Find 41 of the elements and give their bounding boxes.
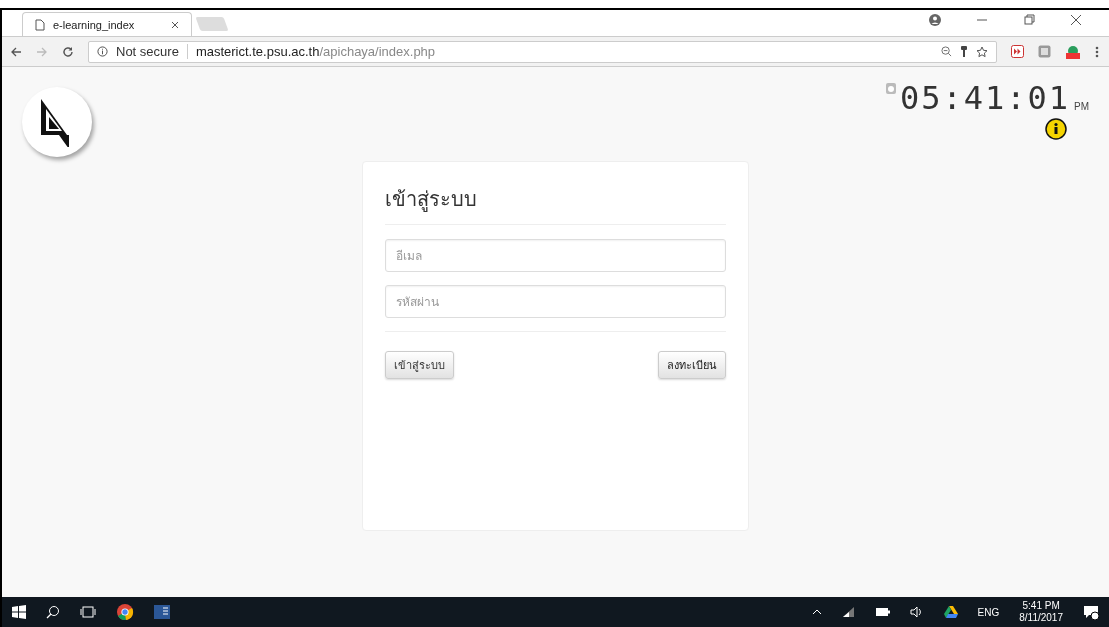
search-icon[interactable] [46,605,60,619]
browser-tab[interactable]: e-learning_index [22,12,192,36]
language-indicator[interactable]: ENG [977,606,1000,618]
close-icon[interactable] [171,20,179,29]
star-icon[interactable] [976,45,988,58]
url-text: masterict.te.psu.ac.th/apichaya/index.php [195,44,436,59]
chrome-icon[interactable] [116,603,134,621]
extension-icon[interactable] [1065,43,1081,60]
extension-icon[interactable] [1011,45,1024,58]
address-bar[interactable]: Not secure masterict.te.psu.ac.th/apichaya/index.php [88,40,997,63]
page-icon [35,18,45,31]
login-button[interactable]: เข้าสู่ระบบ [385,351,454,379]
alarm-icon [885,83,896,94]
clock-period: PM [1074,101,1089,112]
back-icon[interactable] [10,45,22,58]
info-icon [97,46,108,57]
login-title: เข้าสู่ระบบ [385,187,478,214]
taskbar-time[interactable]: 5:41 PM [1022,600,1060,612]
key-icon[interactable] [960,45,968,58]
windows-start-icon[interactable] [12,605,26,619]
restore-icon[interactable] [1023,14,1035,26]
zoom-out-icon[interactable] [941,46,952,57]
profile-icon[interactable] [929,14,941,26]
volume-icon[interactable] [909,606,924,618]
task-view-icon[interactable] [80,606,96,618]
register-button[interactable]: ลงทะเบียน [658,351,726,379]
info-icon[interactable] [1045,118,1067,140]
word-icon[interactable] [154,604,170,620]
taskbar-date[interactable]: 8/11/2017 [1019,612,1063,624]
reload-icon[interactable] [62,45,74,58]
menu-icon[interactable] [1095,45,1099,58]
wifi-icon[interactable] [841,606,856,618]
battery-icon[interactable] [875,608,890,616]
notification-icon[interactable] [1083,604,1099,620]
input-field[interactable]: รหัสผ่าน [385,285,726,318]
chevron-up-icon[interactable] [811,608,822,616]
clock-time: 05:41:01 [899,81,1070,115]
input-field[interactable]: อีเมล [385,239,726,272]
close-icon[interactable] [1070,14,1082,26]
security-label: Not secure [116,44,188,59]
drive-icon[interactable] [943,606,958,618]
